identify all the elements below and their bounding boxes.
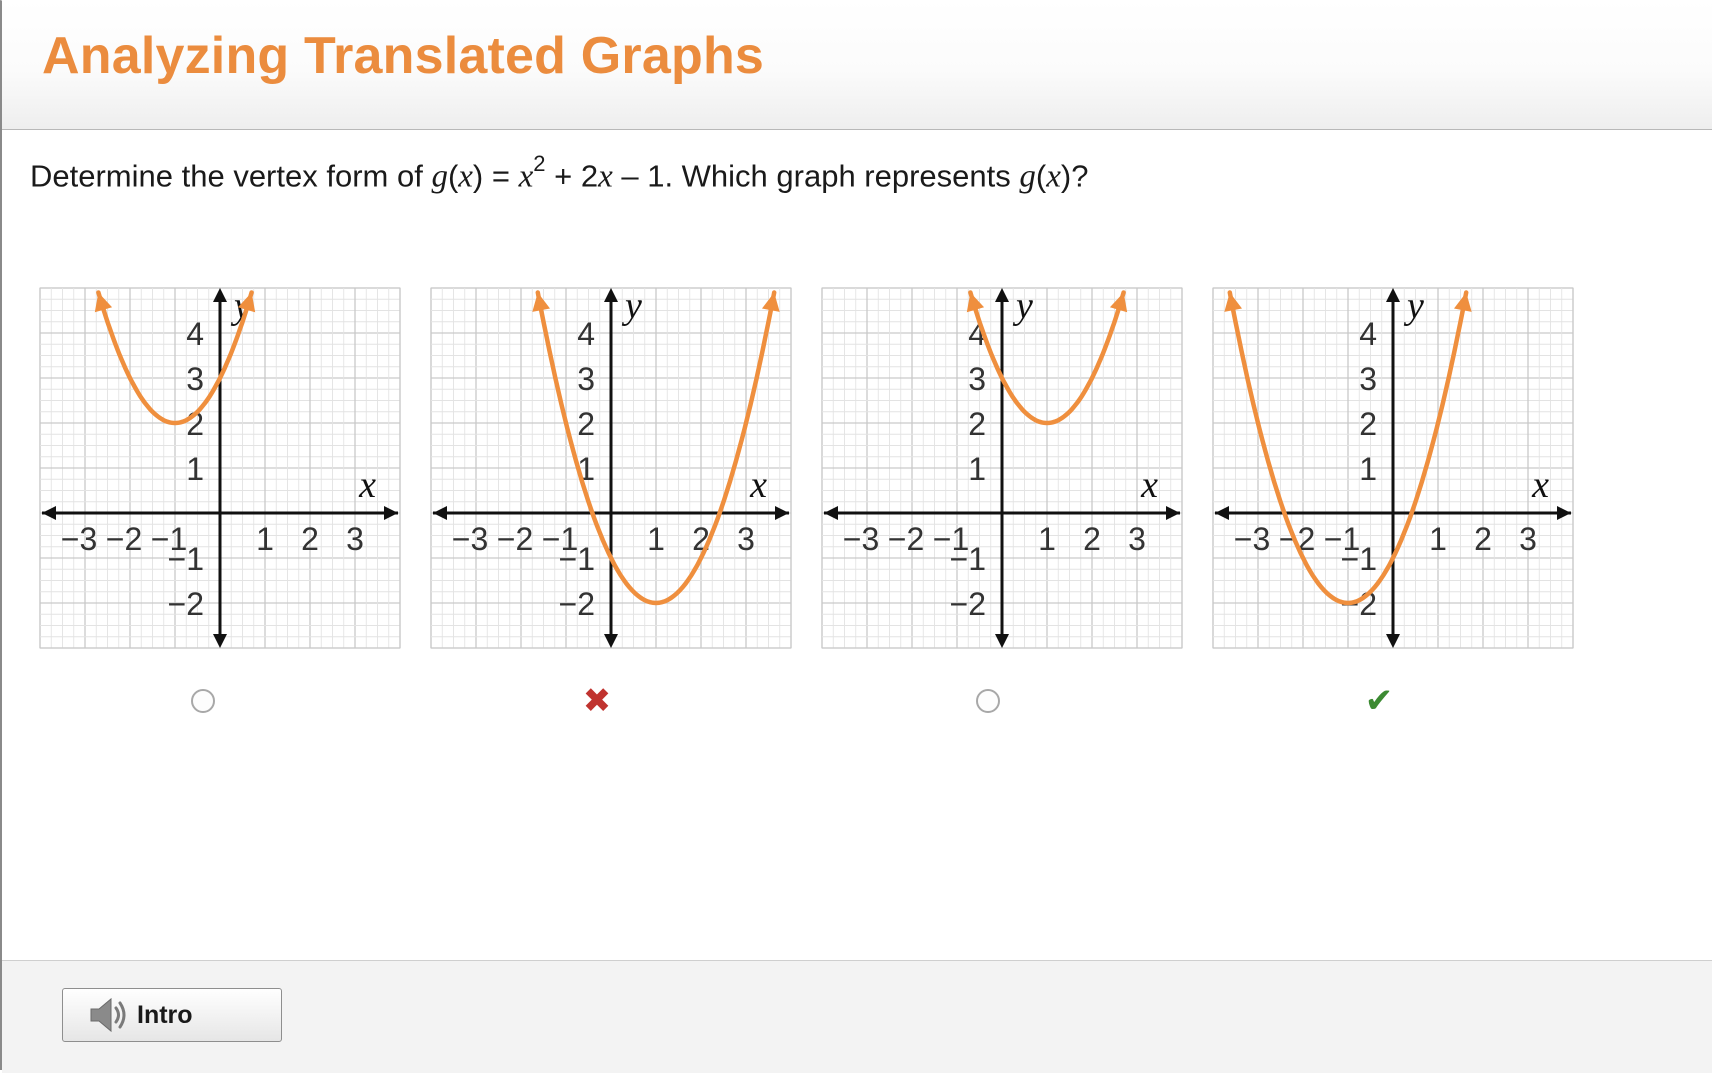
y-tick-label: 2 bbox=[577, 406, 595, 442]
y-tick-label: −1 bbox=[950, 541, 986, 577]
x-axis-label: x bbox=[358, 464, 376, 506]
y-tick-label: 2 bbox=[968, 406, 986, 442]
x-tick-label: 3 bbox=[1128, 521, 1146, 557]
graph-svg-3: −3 −2 −1 1 2 34321−1−2xy bbox=[821, 285, 1183, 649]
graph-option-1[interactable]: −3−2−11234321−1−2xy bbox=[39, 285, 406, 658]
y-tick-label: −1 bbox=[559, 541, 595, 577]
x-tick-label: −2 bbox=[106, 521, 142, 557]
radio-button-1[interactable] bbox=[191, 689, 215, 713]
header-bar: Analyzing Translated Graphs bbox=[2, 0, 1712, 130]
x-tick-label: −3 bbox=[843, 521, 879, 557]
variable-x-linear: x bbox=[598, 158, 613, 195]
graph-option-4[interactable]: −3 −2 −1 1 2 3 4 3 2 1 −1 −2 x y bbox=[1212, 285, 1579, 658]
choice-4-marker[interactable]: ✔ bbox=[1364, 681, 1394, 721]
choice-2-marker[interactable]: ✖ bbox=[582, 681, 612, 721]
x-tick-label: 1 bbox=[647, 521, 665, 557]
graph-svg-1: −3−2−11234321−1−2xy bbox=[39, 285, 401, 649]
question-tail: – 1. Which graph represents bbox=[612, 158, 1020, 194]
x-tick-label: 3 bbox=[346, 521, 364, 557]
y-tick-label: 3 bbox=[186, 361, 204, 397]
x-axis-label: x bbox=[1531, 464, 1549, 506]
radio-button-3[interactable] bbox=[976, 689, 1000, 713]
y-tick-label: 3 bbox=[577, 361, 595, 397]
correct-check-icon: ✔ bbox=[1364, 681, 1394, 721]
y-axis-label: y bbox=[621, 285, 642, 327]
graph-option-2[interactable]: −3 −2 −1 1 2 3 4 3 2 1 −1 −2 x y bbox=[430, 285, 797, 658]
variable-x: x bbox=[458, 158, 473, 195]
graph-svg-2: −3 −2 −1 1 2 34321−1−2xy bbox=[430, 285, 792, 649]
linear-term: + 2 bbox=[545, 158, 599, 194]
x-tick-label: −2 bbox=[1279, 521, 1315, 557]
y-tick-label: 4 bbox=[1359, 316, 1377, 352]
page-title: Analyzing Translated Graphs bbox=[42, 27, 765, 85]
intro-label: Intro bbox=[137, 1000, 193, 1029]
x-tick-label: 3 bbox=[737, 521, 755, 557]
graph-2-layer: −3 −2 −1 1 2 34321−1−2xy bbox=[430, 285, 792, 649]
x-tick-label: −3 bbox=[61, 521, 97, 557]
y-tick-label: −2 bbox=[559, 586, 595, 622]
incorrect-x-icon: ✖ bbox=[582, 681, 612, 721]
graph-3-layer: −3 −2 −1 1 2 34321−1−2xy bbox=[821, 285, 1183, 649]
exponent: 2 bbox=[533, 151, 546, 176]
x-tick-label: −3 bbox=[452, 521, 488, 557]
graph-option-3[interactable]: −3 −2 −1 1 2 3 4 3 2 1 −1 −2 x y bbox=[821, 285, 1188, 658]
paren-open-2: ( bbox=[1035, 158, 1047, 194]
x-tick-label: 1 bbox=[1429, 521, 1447, 557]
y-tick-label: 2 bbox=[1359, 406, 1377, 442]
intro-button[interactable]: Intro bbox=[62, 988, 282, 1042]
graph-svg-4: −3 −2 −1 1 2 34321−1−2xy bbox=[1212, 285, 1574, 649]
y-tick-label: 4 bbox=[577, 316, 595, 352]
question-text: Determine the vertex form of g(x) = x2 +… bbox=[30, 151, 1089, 195]
x-tick-label: 1 bbox=[1038, 521, 1056, 557]
y-tick-label: 1 bbox=[1359, 451, 1377, 487]
x-axis-label: x bbox=[1140, 464, 1158, 506]
x-tick-label: 1 bbox=[256, 521, 274, 557]
y-tick-label: 1 bbox=[968, 451, 986, 487]
y-axis-label: y bbox=[1403, 285, 1424, 327]
y-axis-label: y bbox=[1012, 285, 1033, 327]
x-tick-label: −3 bbox=[1234, 521, 1270, 557]
paren-open: ( bbox=[447, 158, 459, 194]
x-tick-label: 3 bbox=[1519, 521, 1537, 557]
x-tick-label: 2 bbox=[1083, 521, 1101, 557]
equals-sign: = bbox=[483, 158, 519, 194]
y-tick-label: 1 bbox=[186, 451, 204, 487]
question-prefix: Determine the vertex form of bbox=[30, 158, 432, 194]
choice-1-radio[interactable] bbox=[188, 686, 218, 716]
variable-x-squared: x bbox=[518, 158, 534, 195]
paren-close: ) bbox=[472, 158, 484, 194]
x-tick-label: 2 bbox=[301, 521, 319, 557]
variable-x-2: x bbox=[1046, 158, 1061, 195]
x-tick-label: 2 bbox=[1474, 521, 1492, 557]
y-tick-label: 4 bbox=[186, 316, 204, 352]
y-tick-label: −2 bbox=[950, 586, 986, 622]
y-tick-label: 3 bbox=[1359, 361, 1377, 397]
x-axis-label: x bbox=[749, 464, 767, 506]
choice-3-radio[interactable] bbox=[973, 686, 1003, 716]
y-tick-label: −1 bbox=[1341, 541, 1377, 577]
x-tick-label: −2 bbox=[497, 521, 533, 557]
function-name-2: g bbox=[1019, 158, 1036, 195]
y-tick-label: −2 bbox=[168, 586, 204, 622]
graph-4-layer: −3 −2 −1 1 2 34321−1−2xy bbox=[1212, 285, 1574, 649]
speaker-icon bbox=[90, 997, 126, 1033]
y-tick-label: 3 bbox=[968, 361, 986, 397]
function-name: g bbox=[431, 158, 448, 195]
graph-1-layer: −3−2−11234321−1−2xy bbox=[39, 285, 401, 649]
y-tick-label: −1 bbox=[168, 541, 204, 577]
x-tick-label: −2 bbox=[888, 521, 924, 557]
paren-close-2: )? bbox=[1060, 158, 1089, 194]
